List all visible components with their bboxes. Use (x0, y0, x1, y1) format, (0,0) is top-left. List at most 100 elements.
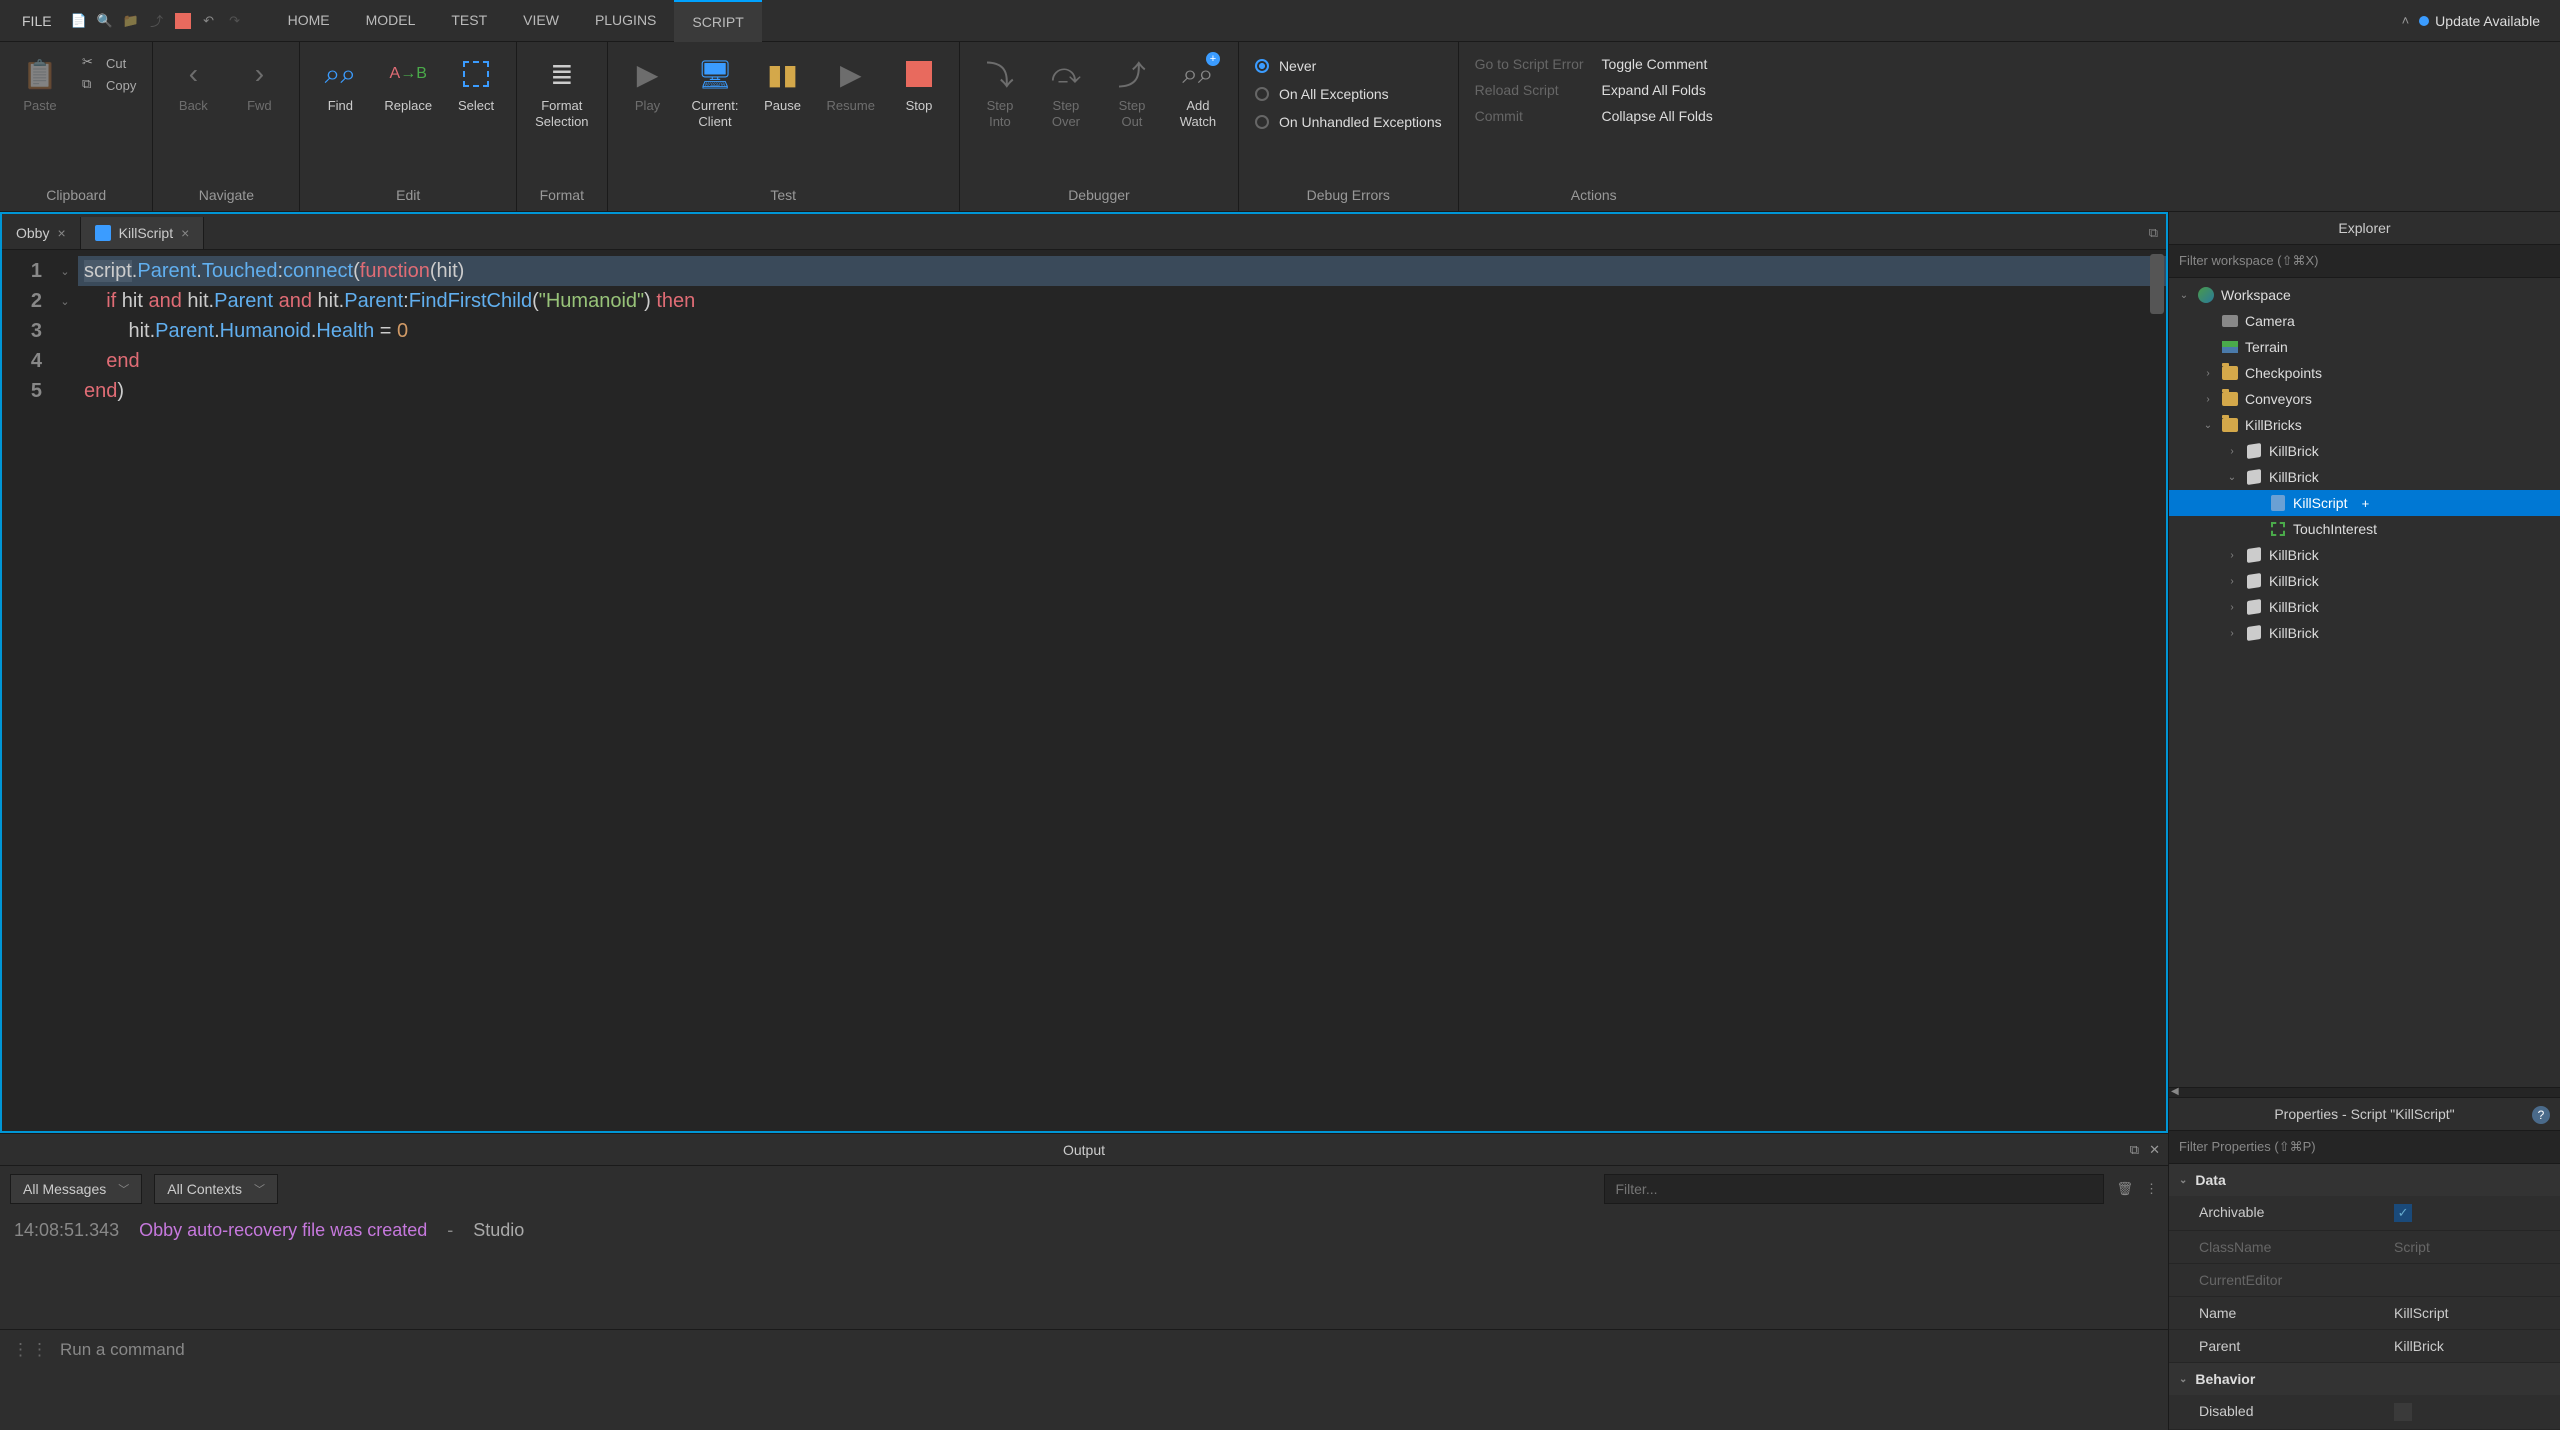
toggle-comment-button[interactable]: Toggle Comment (1602, 56, 1713, 72)
tree-item-killbrick[interactable]: ⌄KillBrick (2169, 464, 2560, 490)
more-icon[interactable]: ⋮ (2145, 1181, 2158, 1197)
tree-item-killbrick[interactable]: ›KillBrick (2169, 620, 2560, 646)
prop-name[interactable]: NameKillScript (2169, 1297, 2560, 1330)
tree-item-terrain[interactable]: Terrain (2169, 334, 2560, 360)
collapse-folds-button[interactable]: Collapse All Folds (1602, 108, 1713, 124)
add-watch-button[interactable]: ⌕⌕+Add Watch (1168, 48, 1228, 135)
play-button[interactable]: ▶Play (618, 48, 678, 120)
prop-classname: ClassNameScript (2169, 1231, 2560, 1264)
new-icon[interactable]: 📄 (68, 10, 90, 32)
popout-icon[interactable]: ⧉ (2130, 1142, 2139, 1158)
expand-folds-button[interactable]: Expand All Folds (1602, 82, 1713, 98)
update-label: Update Available (2435, 13, 2540, 29)
copy-button[interactable]: ⧉Copy (82, 76, 136, 94)
close-icon[interactable]: × (57, 225, 65, 241)
undo-icon[interactable]: ↶ (198, 10, 220, 32)
stop-button[interactable]: Stop (889, 48, 949, 120)
vertical-scrollbar[interactable] (2150, 254, 2164, 314)
file-menu[interactable]: FILE (10, 13, 64, 29)
explorer-filter[interactable]: Filter workspace (⇧⌘X) (2169, 245, 2560, 278)
prop-archivable[interactable]: Archivable✓ (2169, 1196, 2560, 1231)
code-editor[interactable]: 12345 ⌄⌄ script.Parent.Touched:connect(f… (2, 250, 2166, 1131)
output-filter-input[interactable] (1604, 1174, 2104, 1204)
tree-item-killscript[interactable]: KillScript+ (2169, 490, 2560, 516)
paste-button[interactable]: 📋Paste (10, 48, 70, 120)
actions-group-label: Actions (1571, 181, 1617, 205)
checkbox[interactable]: ✓ (2394, 1204, 2412, 1222)
properties-filter[interactable]: Filter Properties (⇧⌘P) (2169, 1131, 2560, 1164)
fold-column[interactable]: ⌄⌄ (52, 250, 78, 1131)
tree-item-killbrick[interactable]: ›KillBrick (2169, 438, 2560, 464)
folder-icon[interactable]: 📁 (120, 10, 142, 32)
add-child-icon[interactable]: + (2357, 495, 2373, 511)
resume-button[interactable]: ▶Resume (819, 48, 883, 120)
messages-dropdown[interactable]: All Messages﹀ (10, 1174, 142, 1204)
forward-button[interactable]: ›Fwd (229, 48, 289, 120)
tree-item-touchinterest[interactable]: TouchInterest (2169, 516, 2560, 542)
trash-icon[interactable]: 🗑 (2116, 1181, 2133, 1197)
explorer-tree: ⌄WorkspaceCameraTerrain›Checkpoints›Conv… (2169, 278, 2560, 1087)
tree-item-workspace[interactable]: ⌄Workspace (2169, 282, 2560, 308)
help-icon[interactable]: ? (2532, 1106, 2550, 1124)
debug-errors-group-label: Debug Errors (1307, 181, 1390, 205)
stop-quick-icon[interactable] (172, 10, 194, 32)
clipboard-group-label: Clipboard (46, 181, 106, 205)
step-over-button[interactable]: ⤼Step Over (1036, 48, 1096, 135)
prop-section-data[interactable]: ⌄Data (2169, 1164, 2560, 1196)
select-button[interactable]: Select (446, 48, 506, 120)
code-content[interactable]: script.Parent.Touched:connect(function(h… (78, 250, 2166, 1131)
goto-error-button[interactable]: Go to Script Error (1475, 56, 1584, 72)
redo-icon[interactable]: ↷ (224, 10, 246, 32)
commit-button[interactable]: Commit (1475, 108, 1584, 124)
close-icon[interactable]: ✕ (2149, 1142, 2160, 1158)
contexts-dropdown[interactable]: All Contexts﹀ (154, 1174, 278, 1204)
find-button[interactable]: ⌕⌕Find (310, 48, 370, 120)
step-out-button[interactable]: ⤴Step Out (1102, 48, 1162, 135)
doc-tab-obby[interactable]: Obby× (2, 217, 81, 249)
binoculars-icon[interactable]: 🔍 (94, 10, 116, 32)
all-exceptions-radio[interactable]: On All Exceptions (1255, 86, 1442, 102)
close-icon[interactable]: × (181, 225, 189, 241)
tab-view[interactable]: VIEW (505, 0, 577, 42)
update-available[interactable]: Update Available (2419, 13, 2550, 29)
current-client-button[interactable]: 🖥Current: Client (684, 48, 747, 135)
back-button[interactable]: ‹Back (163, 48, 223, 120)
pause-button[interactable]: ▮▮Pause (753, 48, 813, 120)
command-bar[interactable]: ⋮⋮ Run a command (0, 1329, 2168, 1370)
tree-item-camera[interactable]: Camera (2169, 308, 2560, 334)
tab-model[interactable]: MODEL (348, 0, 434, 42)
unhandled-exceptions-radio[interactable]: On Unhandled Exceptions (1255, 114, 1442, 130)
debug-errors-radios: Never On All Exceptions On Unhandled Exc… (1249, 48, 1448, 140)
prop-parent[interactable]: ParentKillBrick (2169, 1330, 2560, 1363)
tree-horizontal-scrollbar[interactable] (2169, 1087, 2560, 1097)
tree-item-conveyors[interactable]: ›Conveyors (2169, 386, 2560, 412)
tab-test[interactable]: TEST (433, 0, 505, 42)
tree-item-killbrick[interactable]: ›KillBrick (2169, 542, 2560, 568)
properties-body: ⌄DataArchivable✓ClassNameScriptCurrentEd… (2169, 1164, 2560, 1430)
never-radio[interactable]: Never (1255, 58, 1442, 74)
doc-tab-killscript[interactable]: KillScript× (81, 217, 205, 249)
script-icon (2269, 494, 2287, 512)
tab-home[interactable]: HOME (270, 0, 348, 42)
script-icon (95, 225, 111, 241)
tree-item-checkpoints[interactable]: ›Checkpoints (2169, 360, 2560, 386)
cut-button[interactable]: ✂Cut (82, 54, 136, 72)
prop-section-behavior[interactable]: ⌄Behavior (2169, 1363, 2560, 1395)
tab-plugins[interactable]: PLUGINS (577, 0, 674, 42)
replace-button[interactable]: A→BReplace (376, 48, 440, 120)
tab-script[interactable]: SCRIPT (674, 0, 761, 42)
export-icon[interactable]: ⤴ (146, 10, 168, 32)
checkbox[interactable] (2394, 1403, 2412, 1421)
tree-item-killbricks[interactable]: ⌄KillBricks (2169, 412, 2560, 438)
format-selection-button[interactable]: ≣Format Selection (527, 48, 596, 135)
explorer-title: Explorer (2169, 212, 2560, 245)
step-into-button[interactable]: ⤵Step Into (970, 48, 1030, 135)
part-icon (2245, 624, 2263, 642)
collapse-ribbon-icon[interactable]: ˄ (2402, 13, 2410, 28)
reload-script-button[interactable]: Reload Script (1475, 82, 1584, 98)
ribbon-tabs: HOMEMODELTESTVIEWPLUGINSSCRIPT (270, 0, 762, 42)
split-editor-icon[interactable]: ⧉ (2141, 217, 2166, 249)
prop-disabled[interactable]: Disabled (2169, 1395, 2560, 1430)
tree-item-killbrick[interactable]: ›KillBrick (2169, 568, 2560, 594)
tree-item-killbrick[interactable]: ›KillBrick (2169, 594, 2560, 620)
